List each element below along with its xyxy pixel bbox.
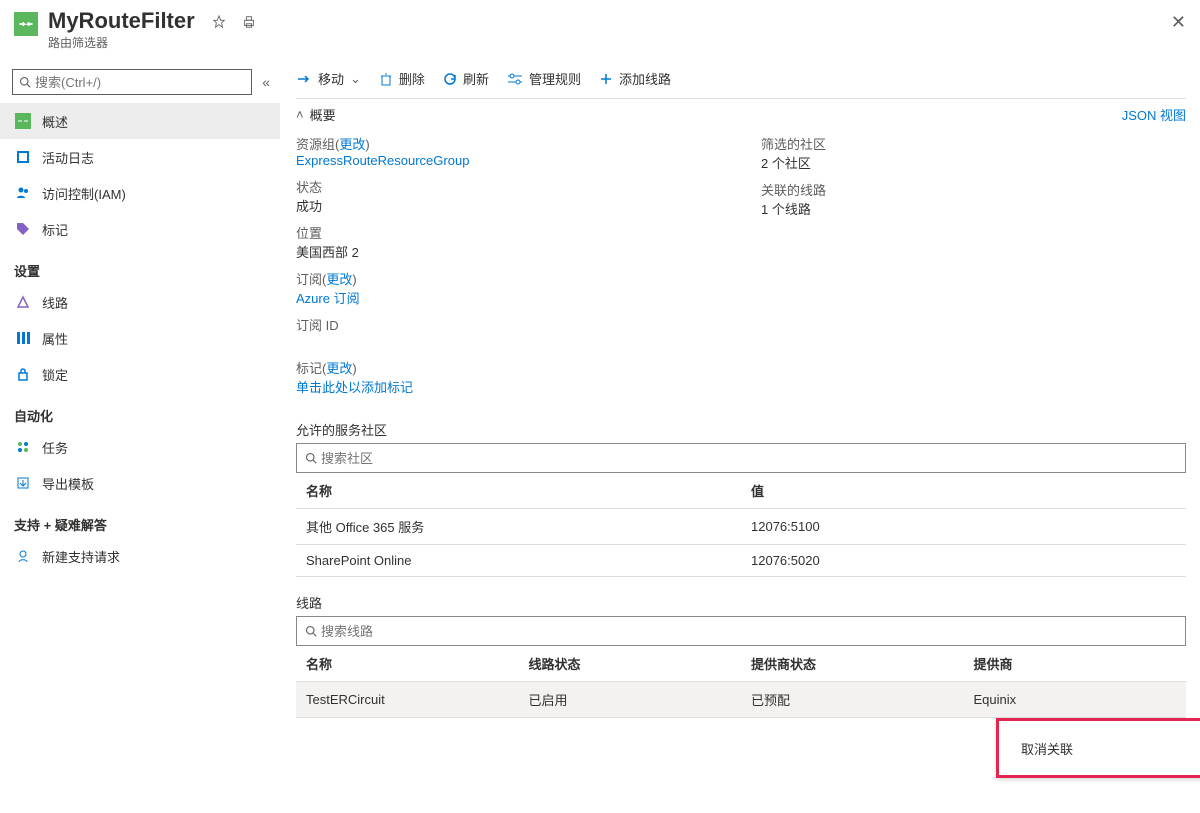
col-provider-state[interactable]: 提供商状态 xyxy=(741,646,964,682)
nav-activity-log[interactable]: 活动日志 xyxy=(0,139,280,175)
communities-value: 2 个社区 xyxy=(761,153,1186,172)
print-icon[interactable] xyxy=(239,12,259,32)
pin-icon[interactable] xyxy=(209,12,229,32)
nav-iam[interactable]: 访问控制(IAM) xyxy=(0,175,280,211)
subid-value xyxy=(296,334,721,350)
circuits-label: 关联的线路 xyxy=(761,180,1186,199)
change-tags-link[interactable]: 更改 xyxy=(326,361,352,376)
settings-icon xyxy=(507,72,523,86)
summary-header[interactable]: ˄ 概要 JSON 视图 xyxy=(296,98,1186,130)
tasks-icon xyxy=(14,440,32,454)
rg-value-link[interactable]: ExpressRouteResourceGroup xyxy=(296,153,469,168)
status-label: 状态 xyxy=(296,177,721,196)
nav-tasks[interactable]: 任务 xyxy=(0,429,280,465)
refresh-icon xyxy=(443,72,457,86)
search-input[interactable] xyxy=(35,75,245,90)
overview-icon xyxy=(14,113,32,129)
table-row[interactable]: 其他 Office 365 服务12076:5100 xyxy=(296,509,1186,545)
table-row[interactable]: SharePoint Online12076:5020 xyxy=(296,545,1186,577)
lock-icon xyxy=(14,367,32,381)
change-sub-link[interactable]: 更改 xyxy=(326,272,352,287)
collapse-icon[interactable]: « xyxy=(262,74,270,90)
table-row[interactable]: TestERCircuit 已启用 已预配 Equinix xyxy=(296,682,1186,718)
chevron-down-icon: ⌄ xyxy=(350,71,361,87)
close-icon[interactable]: ✕ xyxy=(1171,12,1186,33)
log-icon xyxy=(14,150,32,164)
subid-label: 订阅 ID xyxy=(296,315,721,334)
disassociate-label: 取消关联 xyxy=(1021,739,1073,758)
move-button[interactable]: 移动 ⌄ xyxy=(296,69,361,88)
add-tags-link[interactable]: 单击此处以添加标记 xyxy=(296,380,413,395)
nav-export-template[interactable]: 导出模板 xyxy=(0,465,280,501)
circuits-search-input[interactable] xyxy=(321,624,1177,639)
section-settings: 设置 xyxy=(0,247,280,284)
tag-icon xyxy=(14,222,32,236)
page-header: MyRouteFilter 路由筛选器 ✕ xyxy=(0,0,1200,55)
circuits-value: 1 个线路 xyxy=(761,199,1186,218)
nav-tags[interactable]: 标记 xyxy=(0,211,280,247)
nav-locks[interactable]: 锁定 xyxy=(0,356,280,392)
nav-properties[interactable]: 属性 xyxy=(0,320,280,356)
status-value: 成功 xyxy=(296,196,721,215)
chevron-up-icon: ˄ xyxy=(296,107,304,122)
trash-icon xyxy=(379,72,393,86)
communities-heading: 允许的服务社区 xyxy=(296,420,1186,439)
command-bar: 移动 ⌄ 删除 刷新 管理规则 添加线路 xyxy=(296,69,1186,98)
col-provider[interactable]: 提供商 xyxy=(964,646,1187,682)
props-icon xyxy=(14,331,32,345)
location-value: 美国西部 2 xyxy=(296,242,721,261)
circuits-table: 名称 线路状态 提供商状态 提供商 TestERCircuit 已启用 已预配 … xyxy=(296,646,1186,718)
communities-search[interactable] xyxy=(296,443,1186,473)
col-name[interactable]: 名称 xyxy=(296,473,741,509)
circuits-search[interactable] xyxy=(296,616,1186,646)
delete-button[interactable]: 删除 xyxy=(379,69,425,88)
communities-label: 筛选的社区 xyxy=(761,134,1186,153)
search-icon xyxy=(19,76,31,88)
json-view-link[interactable]: JSON 视图 xyxy=(1122,105,1186,124)
sidebar: « 概述 活动日志 访问控制(IAM) 标记 设置 线路 属性 锁 xyxy=(0,55,280,812)
manage-rules-button[interactable]: 管理规则 xyxy=(507,69,581,88)
nav-circuits[interactable]: 线路 xyxy=(0,284,280,320)
nav-overview[interactable]: 概述 xyxy=(0,103,280,139)
summary-title: 概要 xyxy=(310,105,336,124)
move-icon xyxy=(296,71,312,87)
col-circuit-state[interactable]: 线路状态 xyxy=(519,646,742,682)
col-value[interactable]: 值 xyxy=(741,473,1186,509)
sub-value-link[interactable]: Azure 订阅 xyxy=(296,291,360,306)
search-icon xyxy=(305,452,317,464)
main-content: 移动 ⌄ 删除 刷新 管理规则 添加线路 ˄ 概要 xyxy=(280,55,1200,812)
change-rg-link[interactable]: 更改 xyxy=(339,137,365,152)
disassociate-menu[interactable]: 取消关联 xyxy=(996,718,1200,778)
circuit-icon xyxy=(14,295,32,309)
search-icon xyxy=(305,625,317,637)
communities-table: 名称 值 其他 Office 365 服务12076:5100 SharePoi… xyxy=(296,473,1186,577)
section-automation: 自动化 xyxy=(0,392,280,429)
export-icon xyxy=(14,476,32,490)
resource-icon xyxy=(14,12,38,36)
plus-icon xyxy=(599,72,613,86)
add-circuit-button[interactable]: 添加线路 xyxy=(599,69,671,88)
sidebar-search[interactable] xyxy=(12,69,252,95)
col-name[interactable]: 名称 xyxy=(296,646,519,682)
section-support: 支持 + 疑难解答 xyxy=(0,501,280,538)
refresh-button[interactable]: 刷新 xyxy=(443,69,489,88)
iam-icon xyxy=(14,186,32,200)
resource-type: 路由筛选器 xyxy=(48,34,195,51)
page-title: MyRouteFilter xyxy=(48,8,195,34)
support-icon xyxy=(14,549,32,563)
communities-search-input[interactable] xyxy=(321,451,1177,466)
circuits-heading: 线路 xyxy=(296,593,1186,612)
nav-support-request[interactable]: 新建支持请求 xyxy=(0,538,280,574)
location-label: 位置 xyxy=(296,223,721,242)
